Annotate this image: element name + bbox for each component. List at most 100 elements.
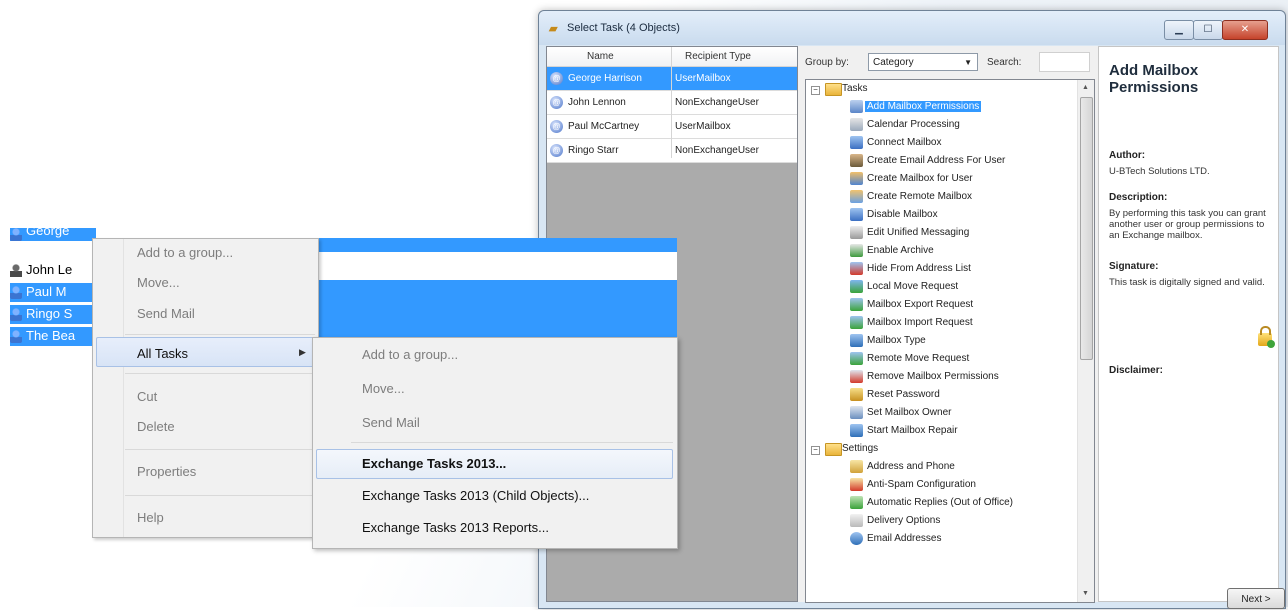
mailbox-type-icon (850, 334, 863, 347)
key-icon (850, 388, 863, 401)
list-item-label: The Bea (26, 328, 76, 343)
users-icon (850, 190, 863, 203)
title-bar[interactable]: ▰ Select Task (4 Objects) ▁ ☐ ✕ (539, 11, 1285, 45)
signature-value: This task is digitally signed and valid. (1109, 277, 1265, 288)
list-item[interactable]: Paul M (10, 283, 96, 302)
task-title: Add Mailbox Permissions (1109, 62, 1199, 96)
maximize-button[interactable]: ☐ (1193, 20, 1223, 40)
app-icon: ▰ (549, 23, 558, 35)
submenu-item-move[interactable]: Move... (362, 381, 405, 396)
tree-item-label: Hide From Address List (867, 263, 971, 274)
column-header-name[interactable]: Name (587, 51, 614, 62)
menu-separator (125, 373, 315, 374)
list-item[interactable]: George (10, 228, 96, 241)
task-icon (850, 100, 863, 113)
white-band (318, 252, 677, 280)
user-icon (10, 286, 22, 299)
menu-item-cut[interactable]: Cut (137, 389, 157, 404)
submenu-arrow-icon: ▶ (299, 347, 306, 357)
collapse-settings-icon[interactable]: − (811, 446, 820, 455)
globe-icon (850, 532, 863, 545)
list-item[interactable]: John Le (10, 261, 96, 280)
row-recipient-type: NonExchangeUser (675, 145, 759, 156)
tree-scrollbar[interactable]: ▲ ▼ (1077, 80, 1094, 602)
table-row[interactable]: @ George Harrison UserMailbox (547, 67, 797, 91)
submenu-item-exchange-tasks-reports[interactable]: Exchange Tasks 2013 Reports... (362, 520, 549, 535)
export-icon (850, 298, 863, 311)
menu-item-send-mail[interactable]: Send Mail (137, 306, 195, 321)
group-by-label: Group by: (805, 57, 849, 68)
folder-icon (825, 443, 842, 456)
repair-icon (850, 424, 863, 437)
description-value: By performing this task you can grant an… (1109, 208, 1266, 241)
scroll-down-icon[interactable]: ▼ (1082, 590, 1089, 597)
scroll-up-icon[interactable]: ▲ (1082, 84, 1089, 91)
user-icon (850, 154, 863, 167)
users-icon (850, 208, 863, 221)
menu-separator (125, 449, 315, 450)
collapse-tasks-icon[interactable]: − (811, 86, 820, 95)
menu-item-all-tasks[interactable]: All Tasks (137, 346, 188, 361)
selection-band (318, 238, 677, 252)
menu-item-delete[interactable]: Delete (137, 419, 175, 434)
tree-item-label: Create Mailbox for User (867, 173, 973, 184)
list-item-label: Paul M (26, 284, 67, 299)
tree-item-label: Edit Unified Messaging (867, 227, 970, 238)
user-icon (10, 308, 22, 321)
tree-item-label: Create Email Address For User (867, 155, 1006, 166)
group-by-select[interactable]: Category ▼ (868, 53, 978, 71)
search-input[interactable] (1039, 52, 1090, 72)
scrollbar-thumb[interactable] (1080, 97, 1093, 360)
tree-item-label: Remote Move Request (867, 353, 970, 364)
author-value: U-BTech Solutions LTD. (1109, 166, 1210, 177)
menu-item-help[interactable]: Help (137, 510, 164, 525)
tree-item-label: Add Mailbox Permissions (865, 101, 982, 112)
remove-icon (850, 370, 863, 383)
task-info-panel: Add Mailbox Permissions Author: U-BTech … (1098, 46, 1279, 602)
owner-icon (850, 406, 863, 419)
mailbox-user-icon: @ (550, 144, 563, 157)
column-divider[interactable] (671, 47, 672, 158)
list-item[interactable]: The Bea (10, 327, 96, 346)
signature-label: Signature: (1109, 261, 1159, 272)
list-item[interactable]: Ringo S (10, 305, 96, 324)
background-object-list: George John Le Paul M Ringo S The Bea (10, 228, 96, 366)
row-recipient-type: UserMailbox (675, 121, 731, 132)
table-row[interactable]: @ John Lennon NonExchangeUser (547, 91, 797, 115)
submenu-item-exchange-tasks[interactable]: Exchange Tasks 2013... (362, 456, 506, 471)
row-name: Ringo Starr (568, 145, 619, 156)
menu-separator (125, 334, 315, 335)
context-menu: Add to a group... Move... Send Mail All … (92, 238, 319, 538)
mailbox-user-icon: @ (550, 96, 563, 109)
tree-folder-label: Settings (842, 443, 879, 454)
disclaimer-label: Disclaimer: (1109, 365, 1163, 376)
list-item-label: Ringo S (26, 306, 73, 321)
submenu-item-exchange-tasks-child[interactable]: Exchange Tasks 2013 (Child Objects)... (362, 488, 589, 503)
row-name: John Lennon (568, 97, 626, 108)
menu-item-highlight (96, 337, 314, 367)
selection-band (318, 280, 677, 337)
tree-item-label: Anti-Spam Configuration (867, 479, 976, 490)
author-label: Author: (1109, 150, 1146, 161)
calendar-icon (850, 118, 863, 131)
users-icon (850, 172, 863, 185)
delivery-icon (850, 514, 863, 527)
user-icon (10, 264, 22, 277)
menu-item-properties[interactable]: Properties (137, 464, 196, 479)
close-button[interactable]: ✕ (1222, 20, 1268, 40)
mailbox-user-icon: @ (550, 120, 563, 133)
next-button[interactable]: Next > (1227, 588, 1285, 609)
table-row[interactable]: @ Ringo Starr NonExchangeUser (547, 139, 797, 163)
tree-item-label: Reset Password (867, 389, 940, 400)
submenu-item-send-mail[interactable]: Send Mail (362, 415, 420, 430)
menu-item-add-to-group[interactable]: Add to a group... (137, 245, 233, 260)
tree-item-label: Address and Phone (867, 461, 955, 472)
table-row[interactable]: @ Paul McCartney UserMailbox (547, 115, 797, 139)
column-header-recipient-type[interactable]: Recipient Type (685, 51, 751, 62)
tree-item-label: Local Move Request (867, 281, 959, 292)
tree-item-label: Disable Mailbox (867, 209, 938, 220)
submenu-item-add-to-group[interactable]: Add to a group... (362, 347, 458, 362)
tree-item-label: Enable Archive (867, 245, 934, 256)
minimize-button[interactable]: ▁ (1164, 20, 1194, 40)
menu-item-move[interactable]: Move... (137, 275, 180, 290)
